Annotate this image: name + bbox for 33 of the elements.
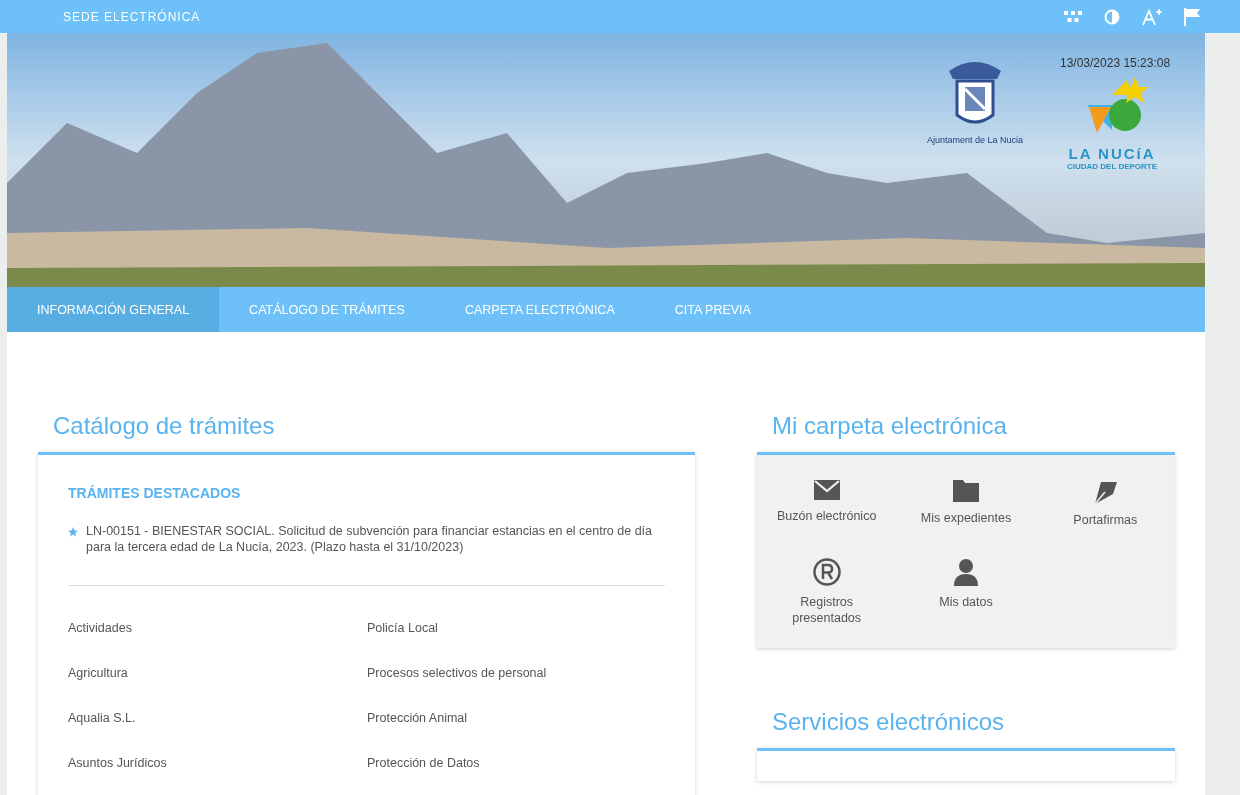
category-link[interactable]: Actividades [68, 606, 367, 651]
section-title: Catálogo de trámites [53, 412, 276, 440]
folder-icon [953, 480, 979, 502]
category-link[interactable]: Protección Animal [367, 696, 665, 741]
council-logo-caption: Ajuntament de La Nucia [927, 135, 1024, 145]
category-link[interactable]: Policía Local [367, 606, 665, 651]
font-size-icon[interactable] [1142, 7, 1162, 26]
folder-link[interactable]: Registros presentados [757, 558, 897, 626]
pen-nib-icon [1093, 480, 1118, 504]
town-logo-name: LA NUCíA [1068, 145, 1156, 162]
featured-procedure-link[interactable]: LN-00151 - BIENESTAR SOCIAL. Solicitud de subvención para financiar estancias en el centro de día para la tercera edad de La Nucía, 2023. (Plazo hasta el 31/10/2023) [86, 523, 665, 555]
folder-link[interactable]: Buzón electrónico [757, 480, 897, 528]
category-link[interactable]: Aqualia S.L. [68, 696, 367, 741]
section-title: Mi carpeta electrónica [772, 412, 1008, 440]
category-link[interactable]: Procesos selectivos de personal [367, 651, 665, 696]
category-link[interactable]: Asuntos Jurídicos [68, 741, 367, 786]
user-icon [952, 558, 980, 586]
date-time: 13/03/2023 15:23:08 [1060, 56, 1171, 70]
section-title: Servicios electrónicos [772, 708, 1006, 736]
folder-link[interactable]: Mis expedientes [896, 480, 1036, 528]
registered-icon [812, 558, 841, 586]
category-link[interactable]: Agricultura [68, 651, 367, 696]
envelope-icon [813, 480, 840, 500]
site-title: SEDE ELECTRÓNICA [63, 9, 201, 24]
folder-link[interactable]: Mis datos [896, 558, 1036, 626]
town-logo-slogan: CIUDAD DEL DEPORTE [1067, 162, 1158, 171]
featured-heading: TRÁMITES DESTACADOS [68, 485, 242, 501]
category-link[interactable]: Protección de Datos [367, 741, 665, 786]
folder-link[interactable]: Portafirmas [1035, 480, 1175, 528]
contrast-icon[interactable] [1104, 8, 1120, 25]
grid-icon[interactable] [1064, 10, 1082, 23]
flag-icon[interactable] [1184, 7, 1200, 26]
star-icon [68, 527, 78, 537]
